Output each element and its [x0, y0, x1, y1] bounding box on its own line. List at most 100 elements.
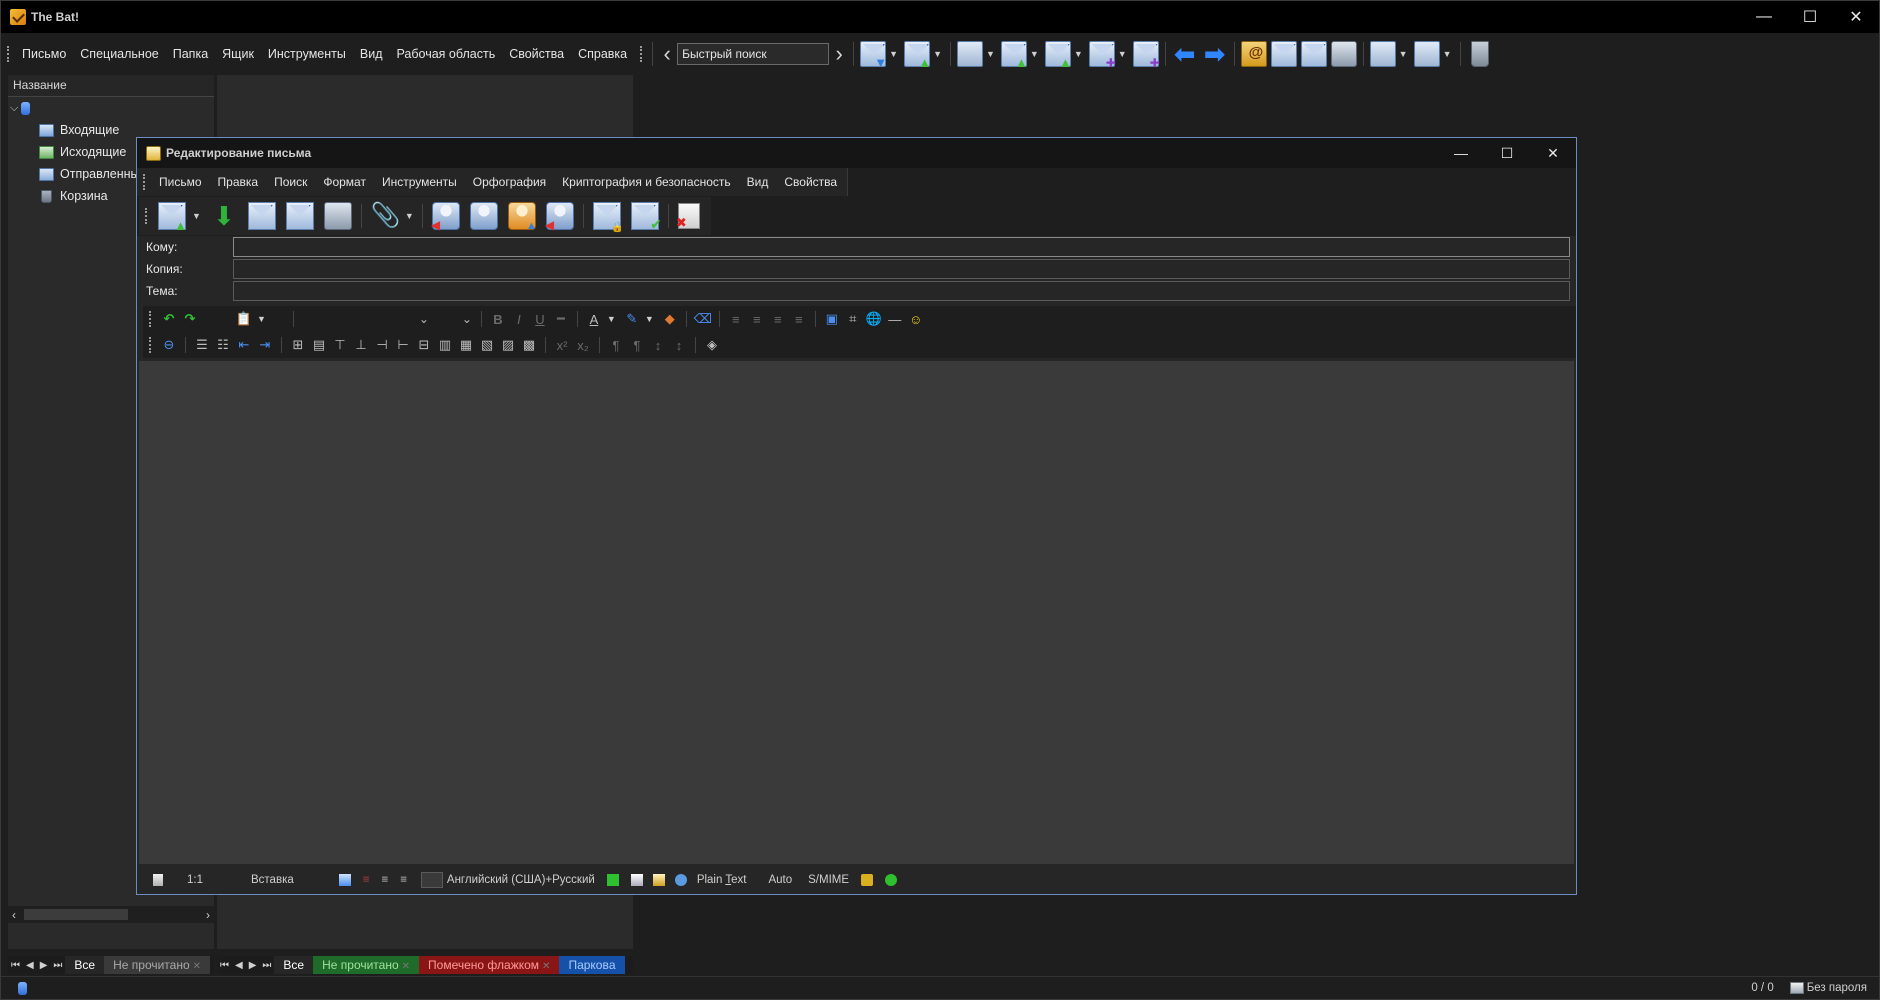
horizontal-scrollbar[interactable]: ‹ ›: [8, 906, 214, 923]
sign-icon[interactable]: [630, 202, 662, 233]
quote-icon[interactable]: ≡: [381, 874, 388, 886]
save-template-icon[interactable]: [247, 202, 276, 230]
toolbar-grip[interactable]: [640, 46, 643, 62]
next-tab-icon[interactable]: ▶: [37, 960, 51, 971]
spacing-up-icon[interactable]: ↕: [649, 336, 667, 354]
ltr-icon[interactable]: ¶: [607, 336, 625, 354]
chevron-down-icon[interactable]: ▼: [645, 314, 654, 324]
editor-menu-view[interactable]: Вид: [739, 168, 777, 196]
insert-image-icon[interactable]: ▣: [823, 310, 841, 328]
last-tab-icon[interactable]: ⏭: [50, 960, 65, 971]
delete-table-icon[interactable]: ▩: [520, 336, 538, 354]
maximize-button[interactable]: ☐: [1787, 1, 1833, 33]
crop-icon[interactable]: ⌗: [844, 310, 862, 328]
table-props-icon[interactable]: ▤: [310, 336, 328, 354]
copy-to-folder-icon[interactable]: [1413, 41, 1440, 67]
menu-help[interactable]: Справка: [571, 35, 634, 73]
print-icon[interactable]: [323, 202, 352, 230]
editor-close-button[interactable]: ✕: [1530, 138, 1576, 168]
last-tab-icon[interactable]: ⏭: [259, 960, 274, 971]
redo-icon[interactable]: ↷: [181, 310, 199, 328]
editor-menu-spelling[interactable]: Орфография: [465, 168, 554, 196]
toolbar-grip[interactable]: [7, 46, 10, 62]
security-mode[interactable]: S/MIME: [808, 874, 849, 886]
merge-cells-icon[interactable]: ▦: [457, 336, 475, 354]
close-icon[interactable]: ✕: [542, 961, 550, 972]
bold-icon[interactable]: B: [489, 310, 507, 328]
tab-all[interactable]: Все: [65, 956, 105, 974]
insert-row-below-icon[interactable]: ⊥: [352, 336, 370, 354]
align-center-icon[interactable]: ≡: [748, 310, 766, 328]
editor-menu-format[interactable]: Формат: [315, 168, 374, 196]
menu-mailbox[interactable]: Ящик: [215, 35, 261, 73]
increase-indent-icon[interactable]: ⇥: [256, 336, 274, 354]
address-from-icon[interactable]: [431, 202, 460, 232]
close-icon[interactable]: ✕: [193, 961, 201, 972]
split-cells-icon[interactable]: ▧: [478, 336, 496, 354]
fill-color-icon[interactable]: ◆: [661, 310, 679, 328]
attach-icon[interactable]: 📎: [371, 202, 401, 230]
editor-menu-properties[interactable]: Свойства: [776, 168, 845, 196]
reply-all-icon[interactable]: [1044, 41, 1072, 70]
font-color-icon[interactable]: A: [585, 310, 603, 328]
cancel-icon[interactable]: [676, 203, 700, 231]
first-tab-icon[interactable]: ⏮: [8, 960, 23, 971]
address-book-icon[interactable]: [1240, 41, 1267, 67]
redirect-icon[interactable]: [1132, 41, 1160, 70]
charset[interactable]: Auto: [768, 874, 792, 886]
chevron-down-icon[interactable]: ▼: [1443, 49, 1452, 59]
move-to-folder-icon[interactable]: [1369, 41, 1396, 67]
prev-tab-icon[interactable]: ◀: [232, 960, 246, 971]
address-to-icon[interactable]: [469, 202, 498, 230]
send-mail-icon[interactable]: [904, 41, 931, 70]
scrollbar-thumb[interactable]: [24, 909, 128, 920]
format-mode[interactable]: Plain Text: [697, 874, 747, 886]
address-icon[interactable]: [1300, 41, 1327, 67]
editor-menu-edit[interactable]: Правка: [210, 168, 267, 196]
menu-folder[interactable]: Папка: [166, 35, 215, 73]
clear-format-icon[interactable]: ⌫: [694, 310, 712, 328]
bullet-list-icon[interactable]: ☰: [193, 336, 211, 354]
toolbar-grip[interactable]: [149, 311, 152, 327]
sign-status-icon[interactable]: [885, 874, 898, 886]
numbered-list-icon[interactable]: ☷: [214, 336, 232, 354]
wrap-icon[interactable]: ≡: [363, 874, 370, 886]
menu-tools[interactable]: Инструменты: [261, 35, 353, 73]
toolbar-grip[interactable]: [143, 174, 146, 190]
chevron-down-icon[interactable]: ▼: [405, 211, 414, 221]
smiley-icon[interactable]: ☺: [907, 310, 925, 328]
spacing-down-icon[interactable]: ↕: [670, 336, 688, 354]
superscript-icon[interactable]: x²: [553, 336, 571, 354]
menu-letter[interactable]: Письмо: [15, 35, 73, 73]
mailbox-root[interactable]: ⌵: [8, 97, 214, 119]
close-button[interactable]: ✕: [1833, 1, 1879, 33]
folder-column-header[interactable]: Название: [8, 75, 214, 97]
print-icon[interactable]: [1330, 41, 1357, 67]
chevron-down-icon[interactable]: ▼: [257, 314, 266, 324]
eraser-icon[interactable]: ◈: [703, 336, 721, 354]
editor-menu-crypto[interactable]: Криптография и безопасность: [554, 168, 738, 196]
chevron-down-icon[interactable]: ▼: [607, 314, 616, 324]
chevron-down-icon[interactable]: ▼: [986, 49, 995, 59]
chevron-down-icon[interactable]: ▼: [1074, 49, 1083, 59]
reply-icon[interactable]: [1000, 41, 1028, 70]
scroll-left-icon[interactable]: ‹: [12, 908, 16, 922]
delete-row-icon[interactable]: ⊟: [415, 336, 433, 354]
insert-table-icon[interactable]: ⊞: [289, 336, 307, 354]
address-bcc-icon[interactable]: [545, 202, 574, 232]
subscript-icon[interactable]: x₂: [574, 336, 592, 354]
subject-field[interactable]: [233, 281, 1570, 301]
horizontal-line-icon[interactable]: —: [886, 310, 904, 328]
editor-menu-tools[interactable]: Инструменты: [374, 168, 465, 196]
tab-flagged[interactable]: Помечено флажком ✕: [419, 956, 560, 974]
doc-type-icon[interactable]: [338, 874, 351, 886]
search-next-icon[interactable]: ›: [829, 35, 849, 73]
toolbar-grip[interactable]: [149, 337, 152, 353]
reformat-icon[interactable]: ≡: [400, 874, 407, 886]
menu-view[interactable]: Вид: [353, 35, 390, 73]
tab-parked[interactable]: Парковa: [559, 956, 625, 974]
quick-search-input[interactable]: [677, 43, 830, 65]
search-mail-icon[interactable]: [1270, 41, 1297, 67]
editor-minimize-button[interactable]: —: [1438, 138, 1484, 168]
mail-icon[interactable]: [630, 874, 643, 886]
